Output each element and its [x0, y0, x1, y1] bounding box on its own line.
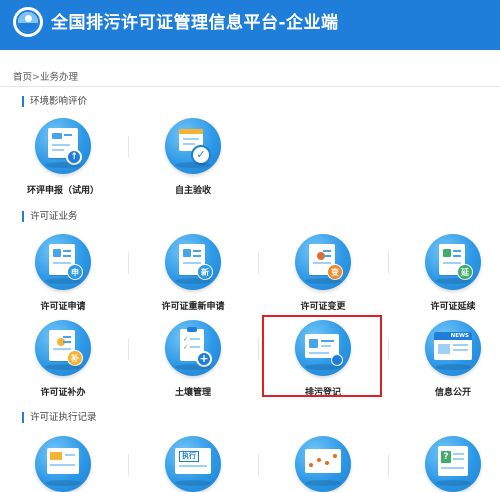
- tile-separator: [128, 252, 129, 274]
- app-title: 全国排污许可证管理信息平台-企业端: [51, 13, 339, 33]
- tile-permit-reapply-label: 许可证重新申请: [161, 302, 225, 312]
- tile-self-acceptance[interactable]: ✓ 自主验收: [138, 118, 248, 196]
- tile-execution-report[interactable]: [8, 436, 118, 492]
- tile-self-acceptance-label: 自主验收: [174, 186, 211, 196]
- tile-permit-change-label: 许可证变更: [300, 302, 346, 312]
- app-header: 全国排污许可证管理信息平台-企业端: [0, 0, 500, 50]
- breadcrumb: 首页>业务办理: [13, 69, 78, 83]
- tile-separator: [258, 338, 259, 360]
- permit-reapply-icon: 新: [165, 234, 221, 290]
- tile-execution-stamp[interactable]: 执行: [138, 436, 248, 492]
- tile-question-doc[interactable]: ?: [398, 436, 500, 492]
- soil-checklist-icon: ✓ ✓ +: [165, 320, 221, 376]
- tile-info-disclosure-label: 信息公开: [434, 388, 471, 398]
- tile-permit-apply[interactable]: 申 许可证申请: [8, 234, 118, 312]
- tile-permit-reissue-label: 许可证补办: [40, 388, 86, 398]
- tile-permit-change[interactable]: 变 许可证变更: [268, 234, 378, 312]
- question-doc-icon: ?: [425, 436, 481, 492]
- execution-report-icon: [35, 436, 91, 492]
- report-upload-icon: ↑: [35, 118, 91, 174]
- section-title-records: 许可证执行记录: [22, 412, 97, 423]
- permit-apply-icon: 申: [35, 234, 91, 290]
- permit-extend-icon: 延: [425, 234, 481, 290]
- tile-permit-extend-label: 许可证延续: [430, 302, 476, 312]
- tile-soil-management-label: 土壤管理: [174, 388, 211, 398]
- monitoring-chart-icon: [295, 436, 351, 492]
- platform-logo: [13, 7, 43, 37]
- tile-permit-extend[interactable]: 延 许可证延续: [398, 234, 500, 312]
- news-disclosure-icon: NEWS: [425, 320, 481, 376]
- tile-eia-report-label: 环评申报（试用）: [26, 186, 99, 196]
- tile-separator: [388, 338, 389, 360]
- execution-stamp-icon: 执行: [165, 436, 221, 492]
- tile-permit-apply-label: 许可证申请: [40, 302, 86, 312]
- tile-separator: [388, 454, 389, 476]
- tile-permit-reissue[interactable]: 补 许可证补办: [8, 320, 118, 398]
- tile-info-disclosure[interactable]: NEWS 信息公开: [398, 320, 500, 398]
- tile-separator: [258, 252, 259, 274]
- breadcrumb-separator: >: [32, 72, 40, 83]
- tile-separator: [388, 252, 389, 274]
- tile-separator: [128, 136, 129, 158]
- breadcrumb-current: 业务办理: [39, 72, 78, 83]
- tile-permit-reapply[interactable]: 新 许可证重新申请: [138, 234, 248, 312]
- tile-soil-management[interactable]: ✓ ✓ + 土壤管理: [138, 320, 248, 398]
- tile-separator: [258, 454, 259, 476]
- selection-highlight-box: [262, 315, 382, 397]
- tile-separator: [128, 454, 129, 476]
- tile-monitoring-chart[interactable]: [268, 436, 378, 492]
- permit-reissue-icon: 补: [35, 320, 91, 376]
- calendar-check-icon: ✓: [165, 118, 221, 174]
- breadcrumb-divider: [0, 86, 500, 87]
- tile-eia-report[interactable]: ↑ 环评申报（试用）: [8, 118, 118, 196]
- section-title-permit: 许可证业务: [22, 211, 78, 222]
- breadcrumb-home[interactable]: 首页: [13, 72, 32, 83]
- section-title-eia: 环境影响评价: [22, 96, 87, 107]
- permit-change-icon: 变: [295, 234, 351, 290]
- tile-separator: [128, 338, 129, 360]
